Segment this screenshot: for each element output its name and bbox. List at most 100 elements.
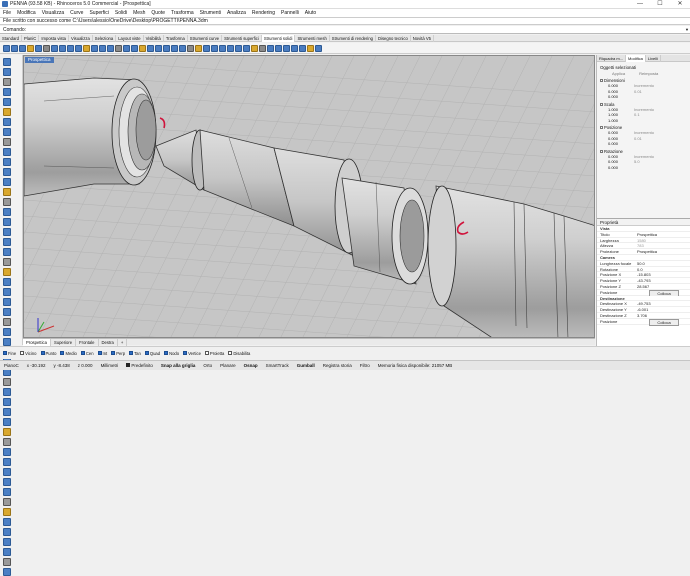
left-tool-icon[interactable] bbox=[2, 238, 11, 246]
layer-label[interactable]: Predefinito bbox=[122, 361, 157, 371]
toolbar-tool-icon[interactable] bbox=[58, 44, 66, 52]
left-tool-icon[interactable] bbox=[2, 468, 11, 476]
property-value[interactable]: Colloca bbox=[635, 318, 690, 326]
transform-value-input[interactable]: 0.000 bbox=[608, 89, 630, 94]
left-tool-icon[interactable] bbox=[2, 338, 11, 346]
left-tool-icon[interactable] bbox=[2, 298, 11, 306]
left-tool-icon[interactable] bbox=[2, 88, 11, 96]
add-viewport-button[interactable]: + bbox=[118, 338, 128, 346]
toolbar-tool-icon[interactable] bbox=[18, 44, 26, 52]
toolbar-tab-14[interactable]: Novità V5 bbox=[411, 34, 434, 42]
toolbar-tool-icon[interactable] bbox=[210, 44, 218, 52]
left-tool-icon[interactable] bbox=[2, 178, 11, 186]
osnap-5[interactable]: Int bbox=[97, 351, 107, 356]
left-tool-icon[interactable] bbox=[2, 408, 11, 416]
toolbar-tool-icon[interactable] bbox=[10, 44, 18, 52]
left-tool-icon[interactable] bbox=[2, 108, 11, 116]
property-value[interactable]: 1580 bbox=[635, 237, 690, 243]
place-button[interactable]: Colloca bbox=[649, 318, 679, 326]
menu-item-3[interactable]: Curve bbox=[67, 9, 86, 17]
property-value[interactable]: Prospettica bbox=[635, 231, 690, 237]
menu-item-4[interactable]: Superfici bbox=[86, 9, 111, 17]
menu-item-13[interactable]: Aiuto bbox=[302, 9, 319, 17]
toolbar-tab-7[interactable]: Trasforma bbox=[164, 34, 188, 42]
status-toggle-0[interactable]: Snap alla griglia bbox=[157, 361, 200, 371]
left-tool-icon[interactable] bbox=[2, 518, 11, 526]
toolbar-tab-10[interactable]: Strumenti solidi bbox=[261, 34, 296, 42]
left-tool-icon[interactable] bbox=[2, 278, 11, 286]
transform-value-input[interactable]: 0.000 bbox=[608, 136, 630, 141]
osnap-11[interactable]: Proietta bbox=[204, 351, 224, 356]
left-tool-icon[interactable] bbox=[2, 288, 11, 296]
left-tool-icon[interactable] bbox=[2, 98, 11, 106]
reset-button[interactable]: Reimposta bbox=[639, 71, 658, 76]
menu-item-0[interactable]: File bbox=[0, 9, 14, 17]
toolbar-tool-icon[interactable] bbox=[82, 44, 90, 52]
property-value[interactable]: 783 bbox=[635, 243, 690, 248]
toolbar-tool-icon[interactable] bbox=[314, 44, 322, 52]
toolbar-tool-icon[interactable] bbox=[274, 44, 282, 52]
toolbar-tab-1[interactable]: PlaniC bbox=[22, 34, 40, 42]
left-tool-icon[interactable] bbox=[2, 398, 11, 406]
toolbar-tab-4[interactable]: Seleziona bbox=[93, 34, 117, 42]
left-tool-icon[interactable] bbox=[2, 258, 11, 266]
toolbar-tool-icon[interactable] bbox=[226, 44, 234, 52]
left-tool-icon[interactable] bbox=[2, 118, 11, 126]
left-tool-icon[interactable] bbox=[2, 218, 11, 226]
toolbar-tool-icon[interactable] bbox=[114, 44, 122, 52]
left-tool-icon[interactable] bbox=[2, 558, 11, 566]
toolbar-tab-3[interactable]: Visualizza bbox=[69, 34, 93, 42]
model-view[interactable] bbox=[24, 56, 595, 338]
left-tool-icon[interactable] bbox=[2, 148, 11, 156]
toolbar-tool-icon[interactable] bbox=[122, 44, 130, 52]
toolbar-tool-icon[interactable] bbox=[162, 44, 170, 52]
toolbar-tab-11[interactable]: Strumenti mesh bbox=[295, 34, 330, 42]
status-toggle-7[interactable]: Filtro bbox=[356, 361, 374, 371]
left-tool-icon[interactable] bbox=[2, 328, 11, 336]
checkbox-icon[interactable] bbox=[144, 351, 149, 355]
status-toggle-6[interactable]: Registra storia bbox=[319, 361, 356, 371]
checkbox-icon[interactable] bbox=[600, 102, 603, 106]
toolbar-tool-icon[interactable] bbox=[298, 44, 306, 52]
checkbox-icon[interactable] bbox=[164, 351, 169, 355]
transform-value-input[interactable]: 1.000 bbox=[608, 107, 630, 112]
osnap-7[interactable]: Tan bbox=[129, 351, 141, 356]
toolbar-tool-icon[interactable] bbox=[34, 44, 42, 52]
left-tool-icon[interactable] bbox=[2, 208, 11, 216]
checkbox-icon[interactable] bbox=[600, 126, 603, 129]
increment-value[interactable]: 0.01 bbox=[634, 89, 642, 94]
status-toggle-3[interactable]: Osnap bbox=[240, 361, 262, 371]
checkbox-icon[interactable] bbox=[600, 79, 603, 82]
cplane-label[interactable]: PianoC bbox=[0, 361, 23, 371]
transform-value-input[interactable]: 0.000 bbox=[608, 94, 630, 99]
increment-value[interactable]: 0.01 bbox=[634, 136, 642, 141]
left-tool-icon[interactable] bbox=[2, 68, 11, 76]
increment-value[interactable]: 5.0 bbox=[634, 159, 640, 164]
menu-item-2[interactable]: Visualizza bbox=[39, 9, 67, 17]
toolbar-tool-icon[interactable] bbox=[258, 44, 266, 52]
toolbar-tool-icon[interactable] bbox=[74, 44, 82, 52]
property-value[interactable]: 28.567 bbox=[635, 283, 690, 289]
left-tool-icon[interactable] bbox=[2, 478, 11, 486]
apply-button[interactable]: Applica bbox=[612, 71, 625, 76]
menu-item-11[interactable]: Rendering bbox=[249, 9, 278, 17]
left-tool-icon[interactable] bbox=[2, 498, 11, 506]
left-tool-icon[interactable] bbox=[2, 508, 11, 516]
toolbar-tool-icon[interactable] bbox=[242, 44, 250, 52]
property-value[interactable]: Prospettica bbox=[635, 249, 690, 254]
toolbar-tool-icon[interactable] bbox=[146, 44, 154, 52]
transform-value-input[interactable]: 0.000 bbox=[608, 165, 630, 170]
transform-value-input[interactable]: 0.000 bbox=[608, 159, 630, 164]
property-value[interactable]: 3.706 bbox=[635, 312, 690, 318]
osnap-2[interactable]: Punto bbox=[40, 351, 56, 356]
property-value[interactable]: -15.803 bbox=[635, 272, 690, 277]
toolbar-tool-icon[interactable] bbox=[170, 44, 178, 52]
osnap-10[interactable]: Vertice bbox=[183, 351, 201, 356]
toolbar-tab-0[interactable]: Standard bbox=[0, 34, 22, 42]
toolbar-tab-9[interactable]: Strumenti superfici bbox=[222, 34, 262, 42]
left-tool-icon[interactable] bbox=[2, 308, 11, 316]
checkbox-icon[interactable] bbox=[40, 351, 45, 355]
minimize-button[interactable]: — bbox=[630, 0, 650, 9]
toolbar-tool-icon[interactable] bbox=[66, 44, 74, 52]
property-value[interactable]: -49.753 bbox=[635, 301, 690, 306]
